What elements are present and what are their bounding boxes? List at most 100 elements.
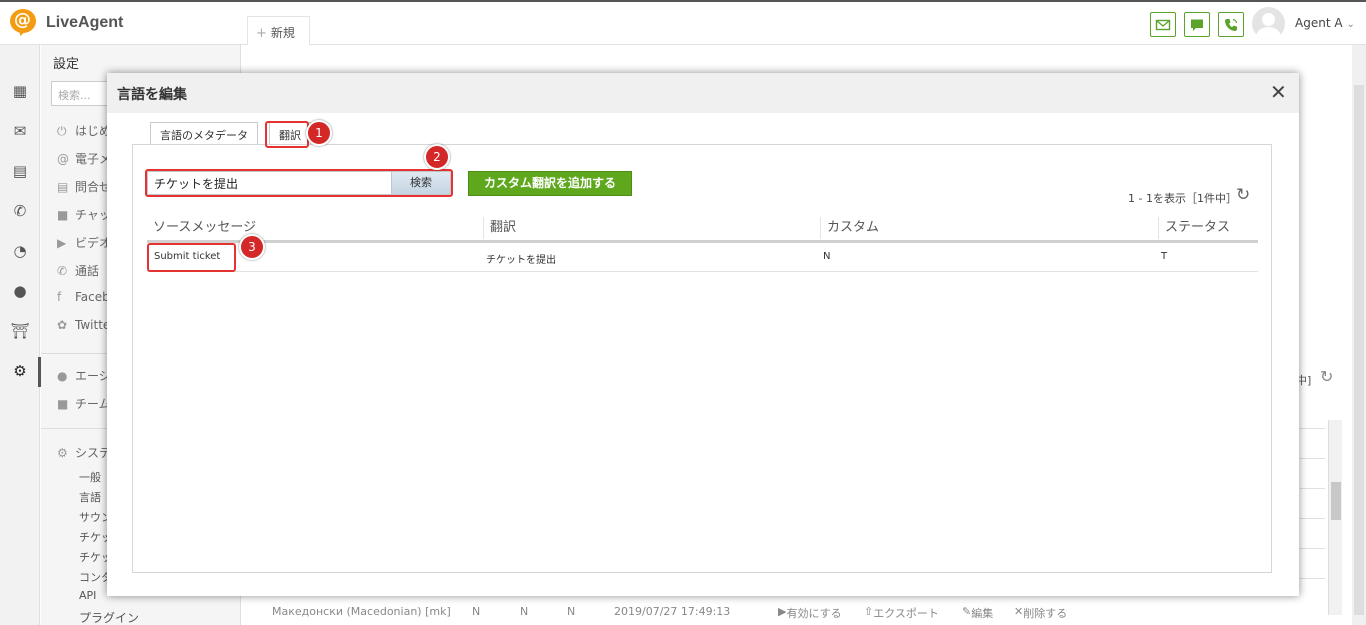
sidebar-item-chat[interactable]: ■ チャッ bbox=[57, 206, 111, 223]
refresh-icon[interactable]: ↻ bbox=[1236, 185, 1250, 205]
edit-language-dialog: 言語を編集 ✕ 言語のメタデータ 翻訳 検索 カスタム翻訳を追加する 1 - 1… bbox=[107, 73, 1299, 596]
tab-translations[interactable]: 翻訳 bbox=[269, 122, 311, 146]
chat-icon: ■ bbox=[57, 208, 69, 222]
agent-menu[interactable]: Agent A ⌄ bbox=[1295, 16, 1355, 30]
customers-person-icon[interactable]: ● bbox=[10, 281, 30, 301]
cell-status: T bbox=[1161, 251, 1168, 262]
cell-custom: N bbox=[823, 251, 831, 262]
dialog-title: 言語を編集 bbox=[117, 87, 187, 103]
page-scrollbar[interactable] bbox=[1352, 45, 1366, 625]
bg-row-name: Македонски (Macedonian) [mk] bbox=[272, 605, 451, 618]
tab-language-metadata[interactable]: 言語のメタデータ bbox=[150, 122, 258, 144]
bg-refresh-icon[interactable]: ↻ bbox=[1320, 367, 1333, 386]
pager-info: 1 - 1を表示［1件中］ bbox=[1128, 192, 1237, 205]
bg-export-label: エクスポート bbox=[873, 607, 939, 620]
sidebar-subitem-api[interactable]: API bbox=[79, 589, 96, 602]
sidebar-item-label: エージ bbox=[75, 369, 111, 383]
annotation-badge-2: 2 bbox=[424, 144, 450, 170]
top-status-icons bbox=[1150, 12, 1244, 37]
tickets-envelope-icon[interactable]: ✉ bbox=[10, 121, 30, 141]
agents-icon: ● bbox=[57, 369, 68, 383]
sidebar-item-calls[interactable]: ✆ 通話 bbox=[57, 262, 99, 279]
sidebar-item-label: ビデオ bbox=[75, 236, 112, 250]
reports-pie-icon[interactable]: ◔ bbox=[10, 241, 30, 261]
sidebar-item-system[interactable]: ⚙ システ bbox=[57, 444, 111, 461]
bg-row-cell: N bbox=[472, 605, 481, 618]
chevron-down-icon: ⌄ bbox=[1346, 19, 1355, 30]
bg-table-scrollbar[interactable] bbox=[1328, 420, 1342, 615]
close-icon[interactable]: ✕ bbox=[1270, 82, 1287, 102]
translation-search-input[interactable] bbox=[148, 172, 391, 194]
sidebar-item-label: Twitte bbox=[75, 318, 111, 332]
dialog-header: 言語を編集 ✕ bbox=[107, 73, 1299, 113]
bg-row-date: 2019/07/27 17:49:13 bbox=[614, 605, 731, 618]
column-header-translation[interactable]: 翻訳 bbox=[483, 217, 516, 239]
settings-gear-icon[interactable]: ⚙ bbox=[10, 361, 30, 381]
bg-row-cell: N bbox=[520, 605, 529, 618]
knowledgebase-bank-icon[interactable]: ⛩ bbox=[10, 321, 30, 341]
twitter-icon: ✿ bbox=[57, 318, 68, 332]
liveagent-logo-icon: @ bbox=[10, 9, 40, 38]
chat-status-button[interactable] bbox=[1184, 12, 1210, 37]
translation-search: 検索 bbox=[147, 171, 451, 195]
form-icon: ▤ bbox=[57, 180, 69, 194]
sidebar-item-label: 電子メ bbox=[75, 152, 112, 166]
gear-icon: ⚙ bbox=[57, 446, 68, 460]
sidebar-item-video[interactable]: ▶ ビデオ bbox=[57, 234, 111, 251]
sidebar-item-getting-started[interactable]: ⏻ はじめ bbox=[57, 122, 111, 139]
call-status-button[interactable] bbox=[1218, 12, 1244, 37]
sidebar-item-label: チャッ bbox=[75, 208, 111, 222]
sidebar-subitem-plugins[interactable]: プラグイン bbox=[79, 609, 139, 625]
calls-phone-icon[interactable]: ✆ bbox=[10, 201, 30, 221]
sidebar-title: 設定 bbox=[53, 57, 80, 72]
sidebar-item-label: Faceb bbox=[75, 290, 110, 304]
translations-table-header: ソースメッセージ 翻訳 カスタム ステータス bbox=[147, 213, 1258, 243]
sidebar-item-contact-forms[interactable]: ▤ 問合せ bbox=[57, 178, 111, 195]
bg-delete-label: 削除する bbox=[1023, 607, 1068, 620]
logo-text: LiveAgent bbox=[46, 14, 124, 31]
sidebar-subitem-languages[interactable]: 言語 bbox=[79, 489, 101, 505]
dashboard-icon[interactable]: ▦ bbox=[10, 81, 30, 101]
envelope-icon bbox=[1155, 19, 1171, 30]
bg-edit-action[interactable]: ✎ 編集 bbox=[962, 605, 993, 620]
bg-edit-label: 編集 bbox=[971, 607, 994, 620]
chat-bubble-icon bbox=[1191, 19, 1203, 31]
bg-delete-action[interactable]: ✕ 削除する bbox=[1014, 605, 1067, 620]
phone-icon: ✆ bbox=[57, 264, 68, 278]
sidebar-item-label: システ bbox=[75, 446, 112, 460]
cell-source: Submit ticket bbox=[154, 251, 221, 262]
sidebar-subitem-general[interactable]: 一般 bbox=[79, 469, 101, 485]
search-button[interactable]: 検索 bbox=[391, 172, 450, 194]
sidebar-item-label: 問合せ bbox=[75, 180, 112, 194]
sidebar-item-email[interactable]: @ 電子メ bbox=[57, 150, 111, 167]
bg-export-action[interactable]: ⇧ エクスポート bbox=[864, 605, 939, 620]
column-header-custom[interactable]: カスタム bbox=[820, 217, 879, 239]
annotation-badge-1: 1 bbox=[306, 120, 332, 146]
new-tab-label: 新規 bbox=[270, 26, 295, 40]
top-bar: @ LiveAgent + 新規 Agent A ⌄ bbox=[0, 0, 1366, 47]
bg-row-cell: N bbox=[567, 605, 576, 618]
phone-icon bbox=[1225, 18, 1238, 31]
table-row[interactable]: Submit ticket チケットを提出 N T bbox=[147, 243, 1258, 272]
sidebar-item-label: チーム bbox=[75, 397, 111, 411]
logo[interactable]: @ LiveAgent bbox=[10, 9, 124, 38]
video-icon: ▶ bbox=[57, 236, 67, 250]
sidebar-item-teams[interactable]: ■ チーム bbox=[57, 395, 111, 412]
new-tab-button[interactable]: + 新規 bbox=[247, 16, 310, 47]
column-header-status[interactable]: ステータス bbox=[1158, 217, 1230, 239]
folder-icon: ■ bbox=[57, 397, 69, 411]
at-icon: @ bbox=[57, 152, 69, 166]
plus-icon: + bbox=[256, 26, 267, 41]
bg-enable-action[interactable]: ▶ 有効にする bbox=[778, 605, 842, 620]
column-header-source[interactable]: ソースメッセージ bbox=[147, 217, 256, 239]
sidebar-item-label: はじめ bbox=[75, 124, 112, 138]
add-custom-translation-button[interactable]: カスタム翻訳を追加する bbox=[468, 171, 632, 196]
sidebar-item-twitter[interactable]: ✿ Twitte bbox=[57, 318, 110, 332]
avatar[interactable] bbox=[1252, 7, 1285, 40]
translations-panel bbox=[132, 144, 1272, 573]
chats-icon[interactable]: ▤ bbox=[10, 161, 30, 181]
bg-enable-label: 有効にする bbox=[786, 607, 842, 620]
sidebar-item-agents[interactable]: ● エージ bbox=[57, 367, 111, 384]
email-status-button[interactable] bbox=[1150, 12, 1176, 37]
sidebar-item-facebook[interactable]: f Faceb bbox=[57, 290, 110, 304]
